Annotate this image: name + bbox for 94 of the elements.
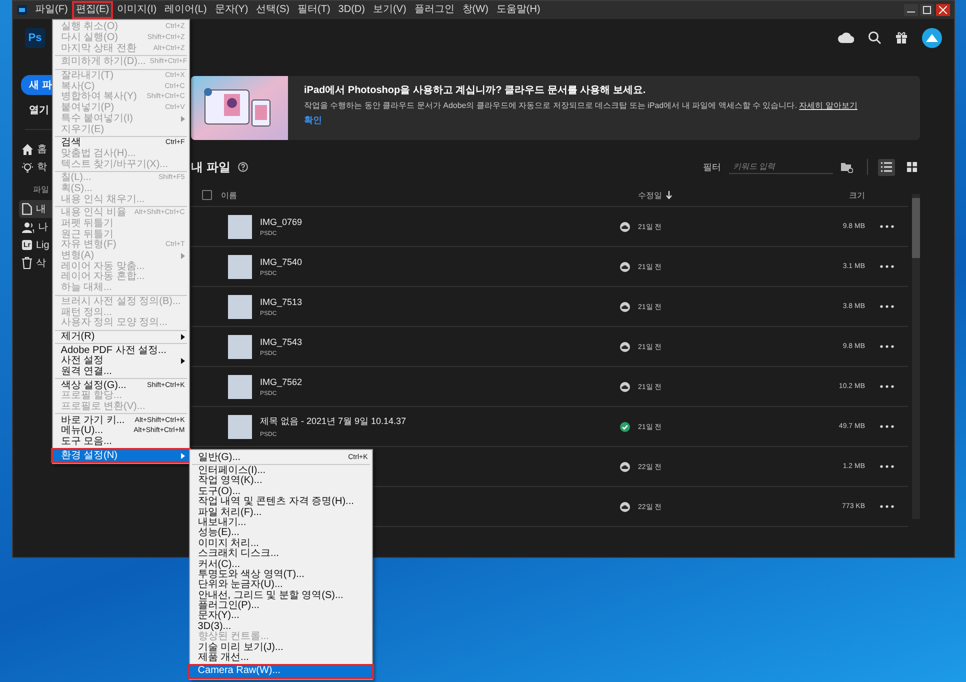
grid-icon	[906, 162, 916, 172]
file-name[interactable]: IMG_7513	[260, 296, 620, 306]
more-icon	[880, 345, 894, 348]
more-icon	[880, 225, 894, 228]
section-label: 파일	[33, 184, 49, 195]
menu-title[interactable]: 레이어(L)	[160, 1, 211, 19]
more-icon	[880, 465, 894, 468]
file-name[interactable]: 제목 없음 - 2021년 7월 9일 10.14.37	[260, 415, 620, 428]
more-icon	[880, 505, 894, 508]
lightbulb-icon	[22, 162, 33, 172]
banner-title: iPad에서 Photoshop을 사용하고 계십니까? 클라우드 문서를 사용해 보세요.	[304, 84, 647, 97]
file-name[interactable]: IMG_7543	[260, 336, 620, 346]
more-icon	[880, 265, 894, 268]
menu-title[interactable]: 파일(F)	[31, 1, 72, 19]
menu-title[interactable]: 보기(V)	[368, 1, 410, 19]
menu-item[interactable]: 문자(Y)...	[190, 611, 372, 622]
menu-title[interactable]: 선택(S)	[252, 1, 294, 19]
file-name[interactable]: IMG_7562	[260, 376, 620, 386]
close-icon	[939, 6, 947, 14]
more-icon	[880, 385, 894, 388]
list-view-button[interactable]	[878, 158, 895, 176]
menu-item[interactable]: 내보내기...	[190, 518, 372, 528]
menu-item[interactable]: 도구 모음...	[52, 436, 189, 448]
menu-title[interactable]: 플러그인	[410, 1, 458, 19]
people-icon	[22, 222, 34, 232]
menu-item[interactable]: 인터페이스(I)...	[190, 466, 372, 476]
menu-title[interactable]: 이미지(I)	[113, 1, 161, 19]
menu-item[interactable]: 도구(O)...	[190, 486, 372, 497]
new-file-button[interactable]: 새 파	[21, 75, 54, 95]
thumbnail-placeholder	[228, 414, 252, 438]
cloud-icon[interactable]	[838, 32, 854, 43]
menu-item[interactable]: Camera Raw(W)...	[190, 666, 372, 677]
minimize-button[interactable]	[904, 4, 918, 16]
menu-item[interactable]: 3D(3)...	[190, 622, 372, 632]
menu-item[interactable]: 작업 내역 및 콘텐츠 자격 증명(H)...	[190, 497, 372, 508]
list-icon	[881, 162, 892, 172]
file-name[interactable]: IMG_7540	[260, 256, 620, 266]
app-icon	[17, 5, 27, 15]
menu-title[interactable]: 창(W)	[458, 1, 492, 19]
menu-item[interactable]: 원격 연결...	[52, 366, 189, 378]
menu-item[interactable]: 스크래치 디스크...	[190, 548, 372, 560]
trash-icon	[22, 257, 32, 269]
menu-item[interactable]: 사전 설정	[52, 356, 189, 367]
menu-title[interactable]: 필터(T)	[294, 1, 334, 19]
menu-item[interactable]: 커서(C)...	[190, 559, 372, 570]
column-header[interactable]: 크기	[798, 190, 865, 200]
learn-more-link[interactable]: 자세히 알아보기	[799, 101, 858, 110]
sort-down-icon	[666, 191, 672, 199]
menu-item[interactable]: Adobe PDF 사전 설정...	[52, 345, 189, 356]
document-icon	[22, 203, 32, 215]
menu-title[interactable]: 도움말(H)	[492, 1, 544, 19]
thumbnail-placeholder	[228, 254, 252, 278]
menu-item[interactable]: 이미지 처리...	[190, 538, 372, 549]
thumbnail-placeholder	[228, 294, 252, 318]
menu-item[interactable]: 기술 미리 보기(J)...	[190, 642, 372, 653]
avatar-icon[interactable]	[922, 28, 942, 48]
file-name[interactable]: IMG_0769	[260, 216, 620, 226]
banner-description: 작업을 수행하는 동안 클라우드 문서가 Adobe의 클라우드에 자동으로 저장되므로 데스크탑 또는 iPad에서 내 파일에 액세스할 수 있습니다. 자세히 알아보기	[304, 100, 858, 111]
menu-item[interactable]: 제거(R)	[52, 332, 189, 342]
gift-icon[interactable]	[895, 31, 908, 44]
thumbnail-placeholder	[228, 334, 252, 358]
scrollbar[interactable]	[912, 194, 920, 519]
search-icon[interactable]	[868, 31, 881, 44]
menu-item[interactable]: 플러그인(P)...	[190, 600, 372, 612]
close-button[interactable]	[936, 4, 950, 16]
thumbnail-placeholder	[228, 374, 252, 398]
more-icon	[880, 305, 894, 308]
menu-item[interactable]: 작업 영역(K)...	[190, 476, 372, 487]
thumbnail-placeholder	[228, 214, 252, 238]
help-icon[interactable]	[238, 162, 248, 172]
folder-icon[interactable]	[841, 162, 853, 172]
more-icon	[880, 425, 894, 428]
filter-label: 필터	[703, 160, 721, 174]
menu-title[interactable]: 편집(E)	[72, 1, 114, 19]
menu-title[interactable]: 3D(D)	[334, 1, 369, 19]
filter-field[interactable]: 키워드 입력	[729, 160, 833, 174]
menu-item[interactable]: 성능(E)...	[190, 528, 372, 539]
maximize-icon	[923, 6, 931, 14]
menu-item[interactable]: 안내선, 그리드 및 분할 영역(S)...	[190, 590, 372, 601]
open-button[interactable]: 열기	[29, 103, 49, 117]
menu-item[interactable]: 투명도와 색상 영역(T)...	[190, 570, 372, 580]
section-title: 내 파일	[191, 158, 230, 176]
select-all-checkbox[interactable]	[202, 190, 212, 200]
home-icon	[22, 144, 33, 154]
column-header[interactable]: 수정일	[638, 190, 798, 200]
menu-item[interactable]: 환경 설정(N)	[52, 450, 189, 462]
menu-title[interactable]: 문자(Y)	[210, 1, 252, 19]
menu-item[interactable]: 단위와 눈금자(U)...	[190, 580, 372, 591]
column-header[interactable]: 이름	[221, 190, 620, 200]
app-logo: Ps	[25, 28, 45, 48]
confirm-link[interactable]: 확인	[304, 114, 858, 127]
maximize-button[interactable]	[920, 4, 934, 16]
menu-item[interactable]: 파일 처리(F)...	[190, 507, 372, 518]
menu-item[interactable]: 제품 개선...	[190, 652, 372, 664]
